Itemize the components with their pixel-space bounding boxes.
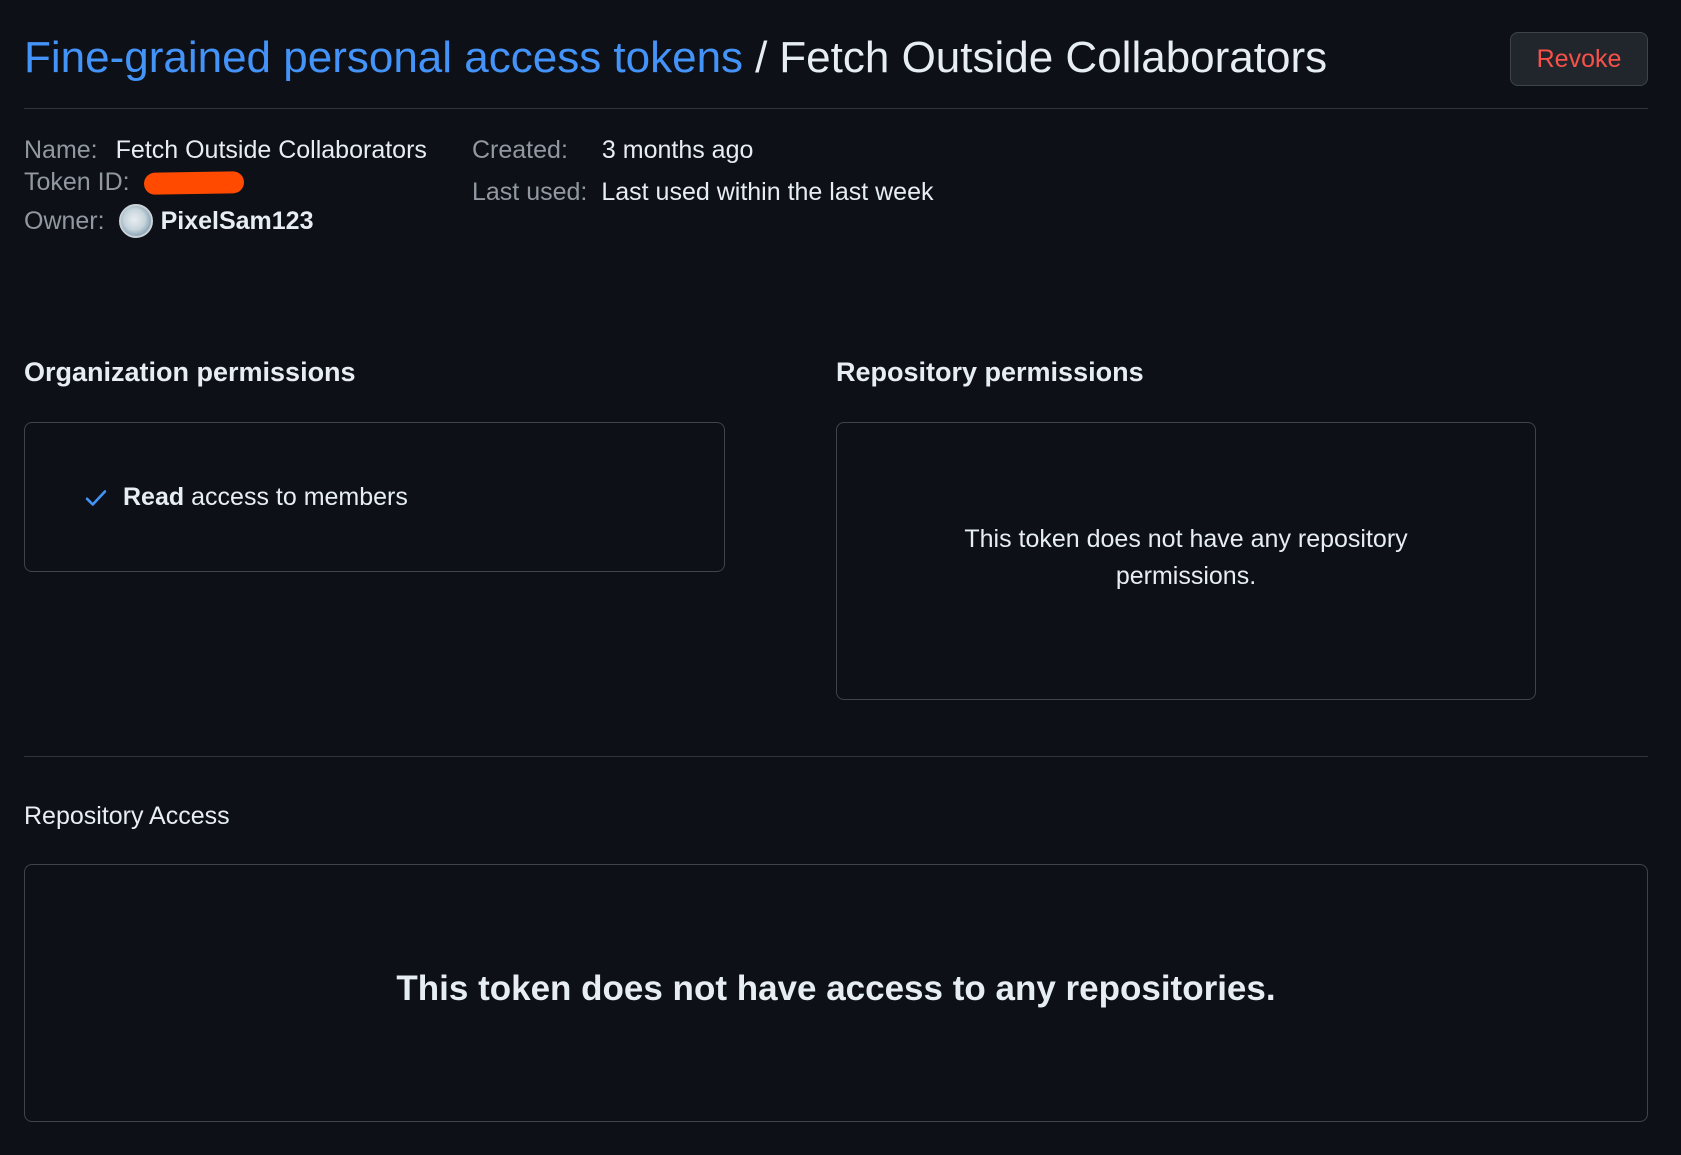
created-row: Created: 3 months ago: [472, 136, 753, 165]
token-detail-page: Fine-grained personal access tokens / Fetc…: [0, 0, 1681, 1155]
repo-permissions-title: Repository permissions: [836, 357, 1144, 387]
token-id-label: Token ID:: [24, 168, 130, 196]
org-permissions-box: Read access to members: [24, 422, 725, 572]
created-label: Created:: [472, 136, 568, 164]
owner-row: Owner: PixelSam123: [24, 204, 314, 238]
breadcrumb-tokens-link[interactable]: Fine-grained personal access tokens: [24, 33, 743, 82]
page-title: Fetch Outside Collaborators: [779, 33, 1328, 82]
repo-access-title: Repository Access: [24, 802, 230, 830]
avatar[interactable]: [118, 204, 153, 238]
created-value: 3 months ago: [601, 136, 754, 164]
permission-text: access to members: [191, 483, 408, 511]
repo-access-empty-message: This token does not have access to any r…: [396, 969, 1276, 1008]
revoke-button[interactable]: Revoke: [1510, 32, 1648, 86]
permission-level: Read: [123, 483, 185, 511]
last-used-value: Last used within the last week: [601, 178, 934, 206]
redaction-mark: [143, 170, 244, 195]
check-icon: [85, 489, 107, 506]
org-permissions-title: Organization permissions: [24, 357, 356, 387]
name-label: Name:: [24, 136, 98, 164]
name-row: Name: Fetch Outside Collaborators: [24, 136, 427, 165]
repo-permissions-box: This token does not have any repository …: [836, 422, 1536, 700]
repo-permissions-empty-message: This token does not have any repository …: [837, 521, 1535, 595]
breadcrumb: Fine-grained personal access tokens / Fetc…: [24, 30, 1327, 86]
last-used-row: Last used: Last used within the last wee…: [472, 178, 934, 207]
name-value: Fetch Outside Collaborators: [115, 136, 427, 164]
breadcrumb-separator: /: [755, 33, 768, 82]
section-divider: [24, 756, 1648, 757]
permission-item: Read access to members: [83, 483, 408, 512]
owner-label: Owner:: [24, 206, 105, 235]
last-used-label: Last used:: [472, 178, 588, 206]
owner-link[interactable]: PixelSam123: [161, 207, 314, 236]
token-id-row: Token ID:: [24, 168, 244, 197]
repo-permissions-empty-line2: permissions.: [1115, 562, 1257, 590]
page-header: Fine-grained personal access tokens / Fetc…: [24, 26, 1648, 109]
repo-access-box: This token does not have access to any r…: [24, 864, 1648, 1122]
repo-permissions-empty-line1: This token does not have any repository: [964, 525, 1408, 553]
